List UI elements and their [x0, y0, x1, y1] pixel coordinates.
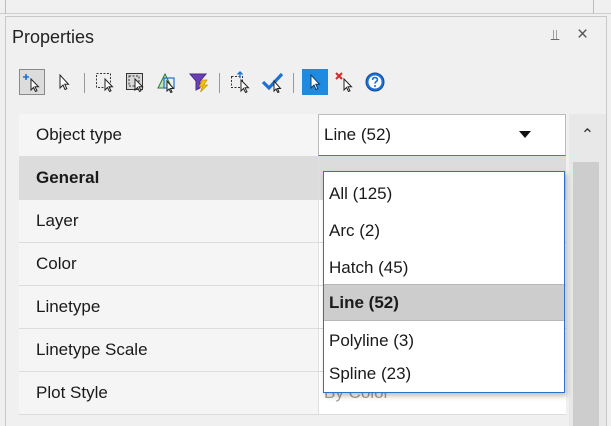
scrollbar-thumb[interactable]: [573, 162, 599, 426]
select-objects-icon[interactable]: [51, 69, 77, 95]
category-label: General: [19, 157, 318, 199]
palette-titlebar: Properties ⫫ ×: [6, 17, 606, 59]
pin-icon[interactable]: ⫫: [551, 27, 559, 44]
pickadd-toggle-icon[interactable]: [302, 69, 328, 95]
property-label: Linetype Scale: [19, 329, 318, 371]
dropdown-option[interactable]: Spline (23): [324, 355, 564, 392]
deselect-icon[interactable]: [332, 69, 358, 95]
quick-select-filter-icon[interactable]: [186, 69, 212, 95]
dropdown-option[interactable]: Arc (2): [324, 212, 564, 249]
select-similar-icon[interactable]: [154, 69, 180, 95]
object-type-dropdown: All (125) Arc (2) Hatch (45) Line (52) P…: [323, 171, 565, 393]
properties-palette: Properties ⫫ × Object type Line (52) Gen…: [5, 16, 607, 426]
toolbar-separator: [219, 73, 220, 93]
top-panel-edge-left: [0, 0, 6, 14]
dropdown-option[interactable]: All (125): [324, 175, 564, 212]
toolbar-separator: [293, 73, 294, 93]
top-panel-edge-right: [593, 0, 611, 14]
property-label: Linetype: [19, 286, 318, 328]
palette-title: Properties: [12, 27, 95, 47]
toolbar-separator: [84, 73, 85, 93]
vertical-scrollbar[interactable]: ⌃: [569, 114, 606, 426]
select-all-check-icon[interactable]: [260, 69, 286, 95]
dropdown-option[interactable]: Hatch (45): [324, 249, 564, 286]
chevron-down-icon[interactable]: [519, 131, 531, 138]
properties-toolbar: [6, 59, 606, 105]
add-to-selection-icon[interactable]: [19, 69, 45, 95]
select-group-icon[interactable]: [228, 69, 254, 95]
top-panel-edge: [0, 0, 611, 14]
object-type-row: Object type Line (52): [19, 114, 566, 157]
dropdown-option[interactable]: Polyline (3): [324, 322, 564, 359]
scroll-up-icon[interactable]: ⌃: [569, 114, 606, 156]
property-label: Layer: [19, 200, 318, 242]
object-type-label: Object type: [19, 114, 318, 156]
close-icon[interactable]: ×: [577, 24, 588, 46]
help-icon[interactable]: [362, 69, 388, 95]
property-label: Plot Style: [19, 372, 318, 414]
crossing-select-icon[interactable]: [123, 69, 149, 95]
dropdown-option-selected[interactable]: Line (52): [324, 284, 564, 321]
object-type-combobox[interactable]: Line (52): [318, 114, 566, 156]
window-select-icon[interactable]: [93, 69, 119, 95]
property-label: Color: [19, 243, 318, 285]
object-type-value: Line (52): [324, 125, 392, 144]
